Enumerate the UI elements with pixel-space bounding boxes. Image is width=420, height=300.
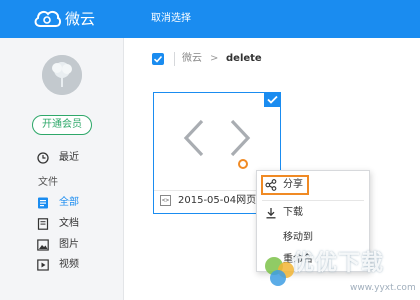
avatar-image: [42, 55, 82, 95]
watermark-text: 优优下载: [292, 251, 385, 276]
checkmark-icon: [153, 55, 163, 63]
menu-item-share[interactable]: 分享: [257, 175, 369, 195]
file-selected-checkbox[interactable]: [264, 92, 281, 107]
menu-item-label: 下载: [283, 207, 303, 218]
breadcrumb-divider: [174, 52, 175, 66]
sidebar-item-label: 图片: [59, 239, 79, 250]
sidebar-item-label: 最近: [59, 152, 79, 163]
breadcrumb-current: delete: [226, 53, 262, 64]
code-file-icon: [183, 119, 251, 157]
menu-item-download[interactable]: 下载: [257, 203, 369, 223]
menu-item-label: 移动到: [283, 232, 313, 243]
top-bar: [0, 0, 420, 38]
menu-item-move-to[interactable]: 移动到: [257, 228, 369, 248]
html-file-icon: <>: [160, 195, 171, 206]
breadcrumb-separator: >: [210, 53, 219, 64]
document-icon: [37, 218, 49, 230]
cancel-selection-button[interactable]: 取消选择: [151, 12, 191, 26]
open-vip-button[interactable]: 开通会员: [32, 115, 92, 135]
select-all-checkbox[interactable]: [152, 53, 164, 65]
breadcrumb-root[interactable]: 微云: [182, 52, 202, 66]
avatar[interactable]: [42, 55, 82, 95]
file-list-icon: [38, 197, 48, 209]
checkmark-icon: [267, 95, 278, 104]
menu-item-label: 分享: [283, 179, 303, 190]
sidebar-item-label: 文档: [59, 218, 79, 229]
menu-divider: [262, 200, 364, 201]
app-name: 微云: [65, 10, 96, 28]
video-icon: [37, 259, 49, 271]
watermark-url: www.yyxt.com: [350, 283, 416, 293]
download-icon: [266, 208, 276, 219]
sidebar-item-label: 视频: [59, 259, 79, 270]
share-icon: [265, 179, 277, 191]
image-icon: [37, 239, 49, 251]
clock-icon: [37, 152, 49, 164]
section-label-files: 文件: [38, 177, 58, 188]
cloud-logo-icon[interactable]: [32, 6, 62, 30]
status-dot: [238, 159, 248, 169]
sidebar-item-label: 全部: [59, 197, 79, 208]
